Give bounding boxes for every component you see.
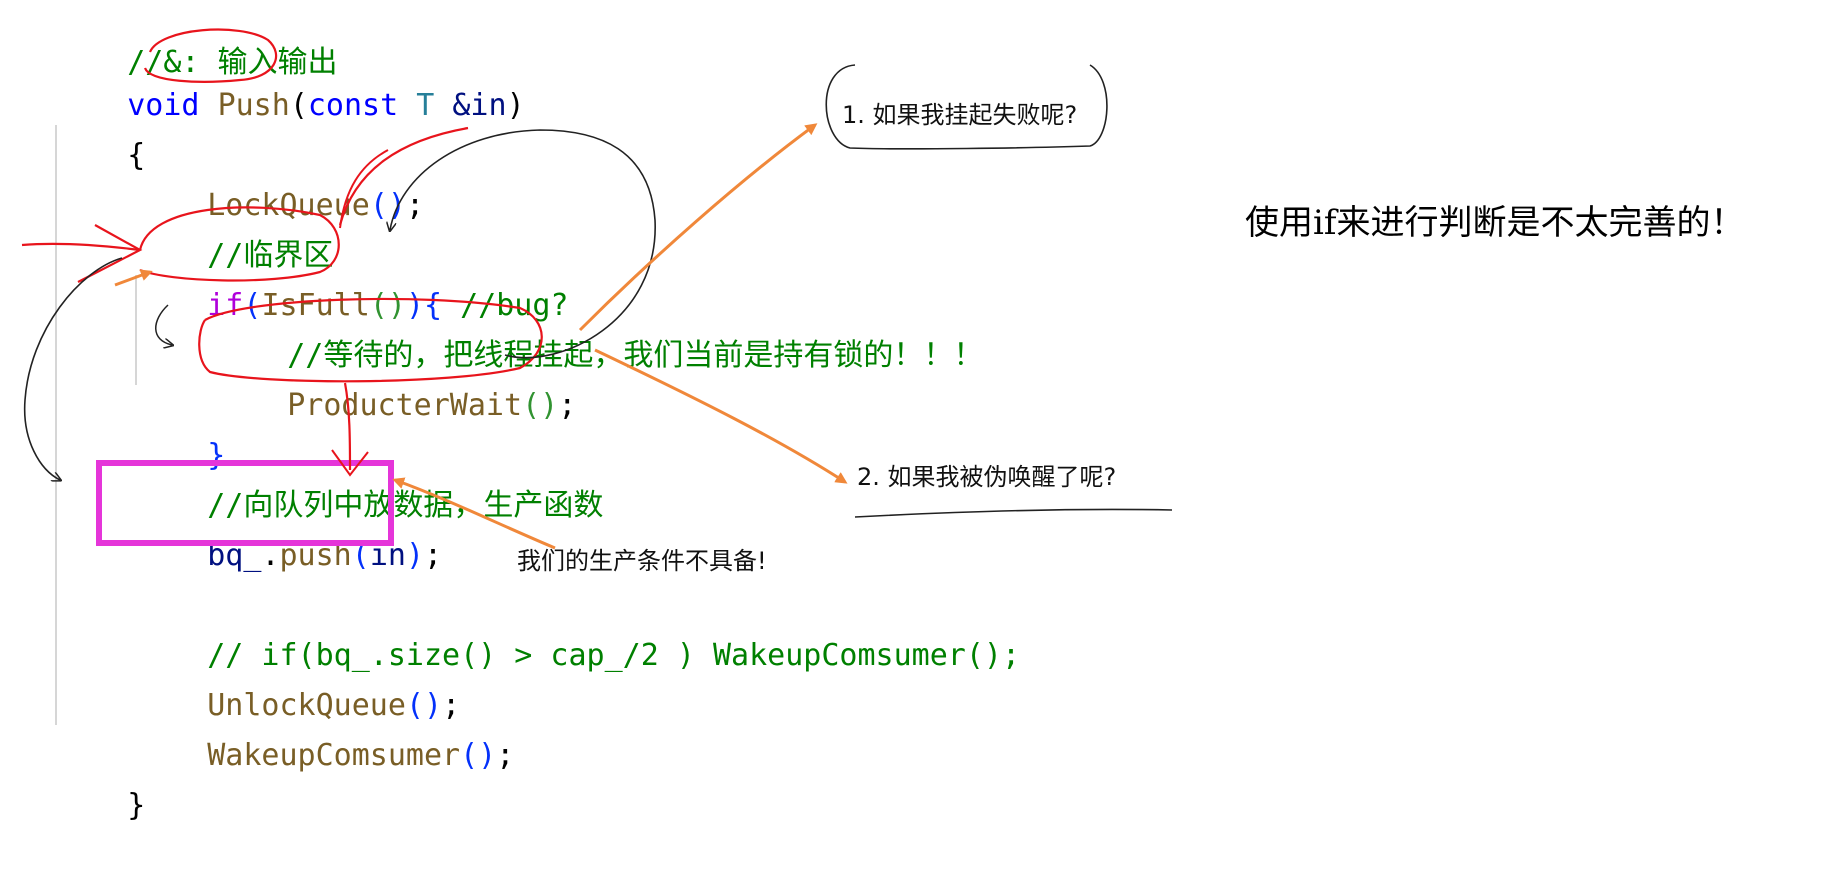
black-bracket-q1 (825, 64, 1108, 150)
orange-arrow-to-q2 (594, 348, 848, 484)
black-left-arrow (23, 257, 123, 480)
red-down-arrow (343, 382, 352, 471)
black-small-arrow (155, 304, 172, 345)
close-brace: } (127, 788, 146, 823)
black-loop-arrow (390, 129, 656, 359)
ink-overlay (21, 28, 1173, 550)
orange-arrow-to-q1 (578, 123, 818, 332)
circle-producterwait (198, 297, 543, 383)
circle-push (143, 28, 278, 83)
red-swoop (338, 126, 469, 226)
push-highlight-box (96, 460, 394, 546)
black-underline-q2 (854, 508, 1173, 518)
red-arrow-left (21, 242, 141, 252)
circle-if-isfull (138, 206, 340, 282)
orange-arrow-to-if (114, 269, 153, 287)
red-arrow-left-head (77, 224, 143, 283)
orange-arrow-to-push (392, 477, 556, 550)
